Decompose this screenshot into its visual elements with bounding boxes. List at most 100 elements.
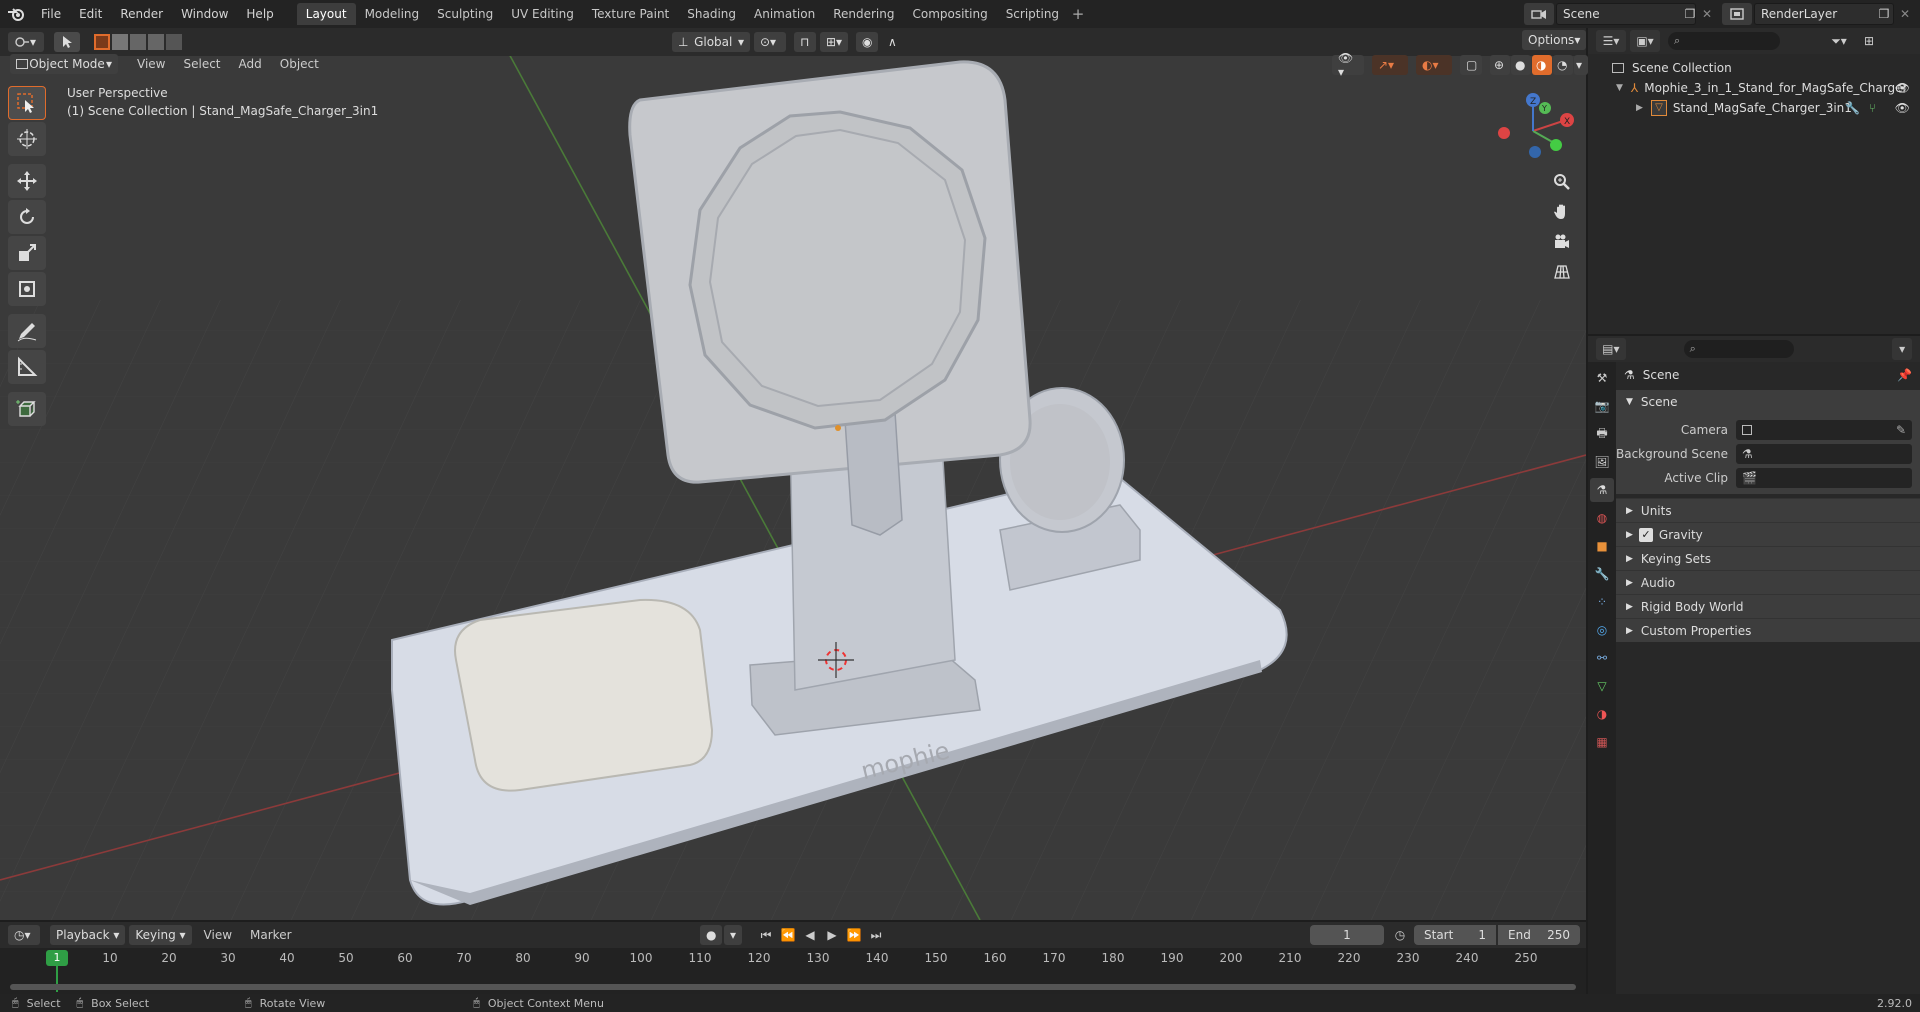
xray-toggle[interactable]: ▢ [1460,55,1482,75]
units-panel[interactable]: ▶ Units [1616,498,1920,522]
object-tab-icon[interactable]: ■ [1590,534,1614,558]
background-scene-field[interactable]: ⚗ [1736,444,1912,464]
perspective-toggle-icon[interactable] [1548,258,1576,286]
pin-icon[interactable]: 📌 [1897,368,1912,382]
transform-tool[interactable] [8,272,46,306]
viewport-menu-add[interactable]: Add [230,57,271,71]
gizmo-neg-x-icon[interactable] [1498,127,1510,139]
transform-orientation-dropdown[interactable]: ⊥ Global ▾ [672,32,750,52]
falloff-dropdown[interactable]: ∧ [882,32,904,52]
world-tab-icon[interactable]: ◍ [1590,506,1614,530]
properties-editor-type-button[interactable]: ▤▾ [1596,338,1626,360]
render-layer-field[interactable]: RenderLayer [1754,3,1894,25]
keying-options-button[interactable]: ▾ [724,925,742,945]
select-extend-icon[interactable] [112,34,128,50]
visibility-eye-icon[interactable]: 👁 [1895,81,1910,95]
overlay-toggle[interactable]: ◐▾ [1416,55,1452,75]
timeline-menu-view[interactable]: View [204,928,232,942]
custom-properties-panel[interactable]: ▶ Custom Properties [1616,618,1920,642]
snap-target-dropdown[interactable]: ⊞▾ [820,32,848,52]
tab-compositing[interactable]: Compositing [903,3,996,25]
properties-options-button[interactable]: ▾ [1892,338,1912,360]
start-frame-field[interactable]: Start 1 [1414,925,1496,945]
tab-animation[interactable]: Animation [745,3,824,25]
expand-down-icon[interactable]: ▼ [1616,83,1623,93]
tab-uv-editing[interactable]: UV Editing [502,3,583,25]
scale-tool[interactable] [8,236,46,270]
outliner-filter-button[interactable]: ⏷▾ [1824,30,1854,52]
scene-tab-icon[interactable]: ⚗ [1590,478,1614,502]
playhead[interactable]: 1 [46,950,68,966]
new-collection-button[interactable]: ⊞ [1858,30,1880,52]
auto-keying-button[interactable]: ● [700,925,722,945]
timeline-editor-type-button[interactable]: ◷▾ [8,925,40,945]
constraints-tab-icon[interactable]: ⚯ [1590,646,1614,670]
audio-panel[interactable]: ▶ Audio [1616,570,1920,594]
camera-view-icon[interactable] [1548,228,1576,256]
viewport-menu-object[interactable]: Object [271,57,328,71]
cursor-tool[interactable] [8,122,46,156]
modifier-tab-icon[interactable]: 🔧 [1590,562,1614,586]
scene-section-header[interactable]: ▼ Scene [1616,390,1920,414]
expand-right-icon[interactable]: ▶ [1636,103,1643,113]
gizmo-neg-z-icon[interactable] [1529,146,1541,158]
add-workspace-button[interactable]: + [1068,3,1088,25]
rigid-body-world-panel[interactable]: ▶ Rigid Body World [1616,594,1920,618]
select-new-icon[interactable] [94,34,110,50]
shading-options-dropdown[interactable]: ▾ [1574,55,1588,75]
outliner-item-stand[interactable]: ▶ ▽ Stand_MagSafe_Charger_3in1 🔧 ⑂ 👁 [1588,98,1920,118]
texture-tab-icon[interactable]: ▦ [1590,730,1614,754]
select-invert-icon[interactable] [148,34,164,50]
proportional-edit-toggle[interactable]: ◉ [856,32,878,52]
blender-logo-icon[interactable] [0,6,32,22]
new-layer-button[interactable]: ❐ [1874,3,1894,25]
select-intersect-icon[interactable] [166,34,182,50]
menu-render[interactable]: Render [111,7,172,21]
measure-tool[interactable] [8,350,46,384]
snap-toggle[interactable]: ⊓ [794,32,816,52]
gravity-checkbox[interactable]: ✓ [1638,527,1653,542]
keying-sets-panel[interactable]: ▶ Keying Sets [1616,546,1920,570]
delete-scene-button[interactable]: ✕ [1698,3,1716,25]
timeline-scrollbar[interactable] [10,984,1576,990]
visibility-eye-icon-2[interactable]: 👁 [1895,101,1910,115]
object-mode-dropdown[interactable]: Object Mode ▾ [10,54,118,74]
outliner-display-mode-button[interactable]: ▣▾ [1630,30,1660,52]
material-tab-icon[interactable]: ◑ [1590,702,1614,726]
keying-dropdown[interactable]: Keying ▾ [129,925,192,945]
active-clip-field[interactable]: 🎬 [1736,468,1912,488]
render-tab-icon[interactable]: 📷 [1590,394,1614,418]
rotate-tool[interactable] [8,200,46,234]
3d-viewport[interactable]: mophie [0,44,1586,920]
outliner-search-input[interactable]: ⌕ [1668,32,1780,50]
play-reverse-icon[interactable]: ◀ [800,928,820,942]
move-tool[interactable] [8,164,46,198]
editor-type-button[interactable]: ▾ [8,32,44,52]
tab-sculpting[interactable]: Sculpting [428,3,502,25]
delete-layer-button[interactable]: ✕ [1896,3,1914,25]
solid-shading-icon[interactable]: ● [1511,55,1531,75]
scene-name-field[interactable]: Scene [1556,3,1696,25]
tab-texture-paint[interactable]: Texture Paint [583,3,678,25]
viewport-menu-select[interactable]: Select [174,57,229,71]
select-subtract-icon[interactable] [130,34,146,50]
view-layer-tab-icon[interactable]: 🖼 [1590,450,1614,474]
outliner-editor-type-button[interactable]: ☰▾ [1596,30,1626,52]
selection-mode-button[interactable] [54,32,80,52]
scene-selector-button[interactable] [1524,3,1554,25]
tab-scripting[interactable]: Scripting [997,3,1068,25]
timeline-menu-marker[interactable]: Marker [250,928,291,942]
pan-hand-icon[interactable] [1548,198,1576,226]
viewport-menu-view[interactable]: View [128,57,174,71]
jump-start-icon[interactable]: ⏮ [756,928,776,943]
rendered-shading-icon[interactable]: ◔ [1553,55,1573,75]
outliner-item-mophie[interactable]: ▼ ⅄ Mophie_3_in_1_Stand_for_MagSafe_Char… [1588,78,1920,98]
outliner-scene-collection[interactable]: Scene Collection [1588,58,1920,78]
navigation-gizmo[interactable]: X Y Z [1488,86,1578,176]
select-box-tool[interactable] [8,86,46,120]
timeline-ruler[interactable]: 10 20 30 40 50 60 70 80 90 100 110 120 130 140 150 160 1… [0,948,1586,994]
gravity-panel[interactable]: ▶ ✓ Gravity [1616,522,1920,546]
play-icon[interactable]: ▶ [822,928,842,942]
menu-file[interactable]: File [32,7,70,21]
particles-tab-icon[interactable]: ⁘ [1590,590,1614,614]
